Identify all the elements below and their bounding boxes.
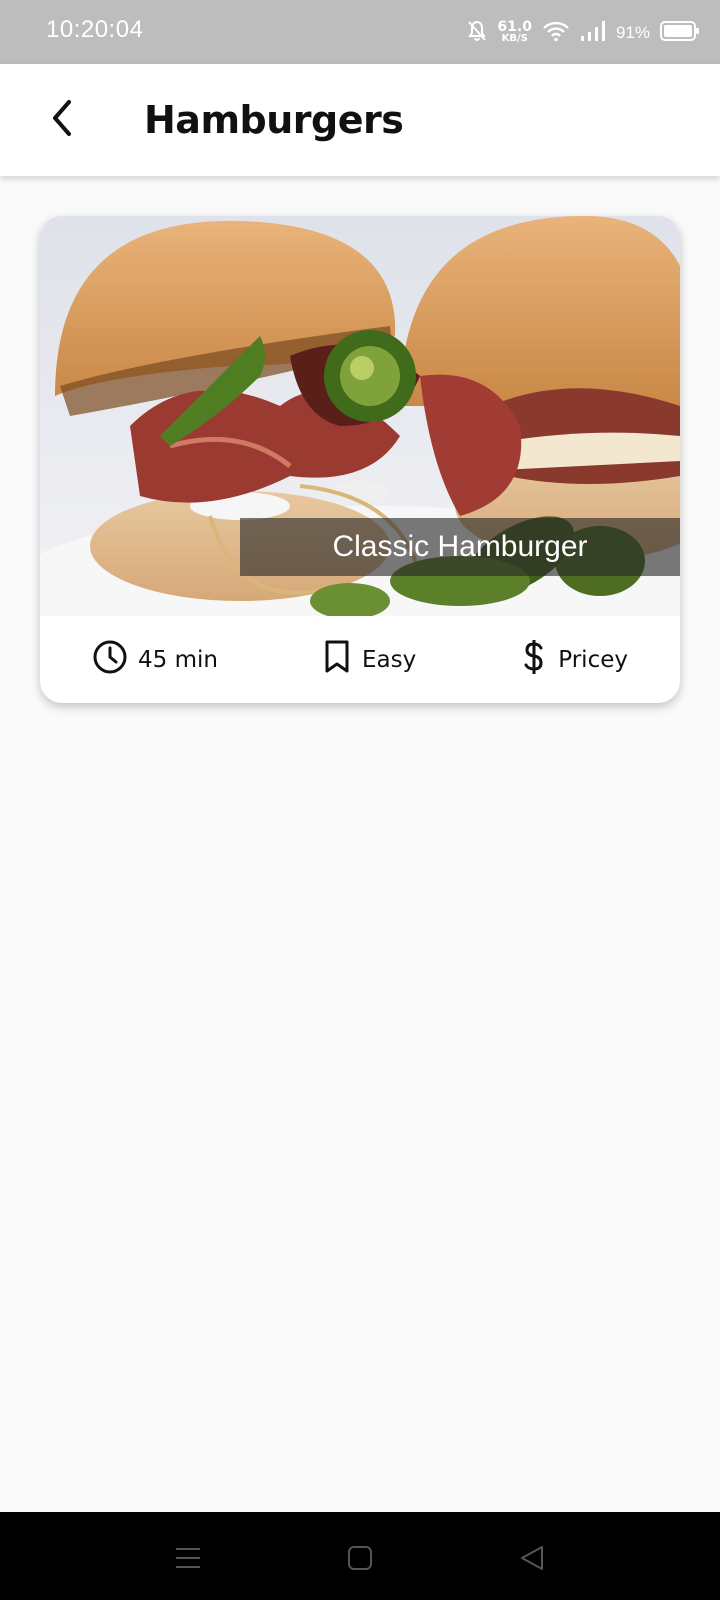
back-button[interactable]	[34, 92, 90, 148]
system-nav-bar	[0, 1512, 720, 1600]
duration-label: 45 min	[138, 646, 218, 673]
net-speed-value: 61.0	[497, 19, 532, 35]
home-icon[interactable]	[344, 1542, 376, 1574]
app-bar: Hamburgers	[0, 64, 720, 176]
recipe-card[interactable]: Classic Hamburger 45 min Easy Pricey	[40, 216, 680, 703]
recipe-image: Classic Hamburger	[40, 216, 680, 666]
recipe-title-band: Classic Hamburger	[240, 518, 680, 576]
net-speed: 61.0 KB/S	[497, 19, 532, 45]
recipe-duration: 45 min	[92, 639, 218, 681]
recipe-complexity: Easy	[322, 640, 416, 680]
recipe-affordability: Pricey	[520, 639, 628, 681]
status-bar: 10:20:04 61.0 KB/S 91%	[0, 0, 720, 64]
wifi-icon	[542, 20, 570, 46]
back-triangle-icon[interactable]	[516, 1542, 548, 1574]
dollar-icon	[520, 639, 548, 681]
clock-icon	[92, 639, 128, 681]
recipe-title: Classic Hamburger	[332, 530, 588, 563]
net-speed-unit: KB/S	[501, 33, 528, 44]
recipe-meta-row: 45 min Easy Pricey	[40, 616, 680, 703]
status-icons: 61.0 KB/S 91%	[467, 18, 700, 48]
status-time: 10:20:04	[46, 16, 144, 43]
signal-icon	[580, 20, 606, 46]
battery-level: 91%	[615, 23, 650, 42]
bell-off-icon	[467, 20, 487, 46]
complexity-label: Easy	[362, 646, 417, 673]
bookmark-icon	[322, 640, 352, 680]
battery-icon	[660, 20, 700, 46]
affordability-label: Pricey	[558, 646, 628, 673]
chevron-left-icon	[47, 98, 77, 142]
menu-icon[interactable]	[172, 1542, 204, 1574]
page-title: Hamburgers	[144, 98, 404, 142]
